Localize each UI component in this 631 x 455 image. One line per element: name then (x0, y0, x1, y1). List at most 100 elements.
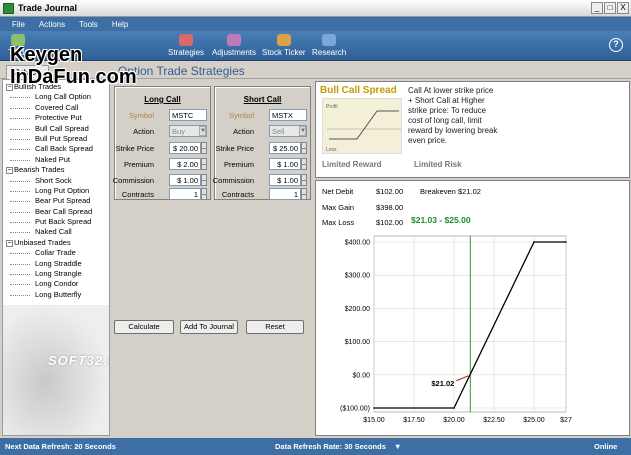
payoff-point (533, 241, 535, 243)
tree-category[interactable]: − Bearish Trades (5, 165, 109, 175)
long-call-title: Long Call (144, 95, 181, 104)
profit-range-value: $21.03 - $25.00 (411, 215, 471, 225)
spinner-icon[interactable] (201, 158, 207, 170)
toolbar-adjustments-button[interactable]: Adjustments (212, 34, 256, 57)
tree-item-label: Protective Put (35, 113, 82, 123)
short-call-premium-input[interactable]: $ 1.00 (269, 158, 301, 170)
short-call-strike-input[interactable]: $ 25.00 (269, 142, 301, 154)
y-tick-label: $100.00 (345, 339, 370, 346)
spinner-icon[interactable] (301, 188, 307, 200)
toolbar-strategies-button[interactable]: Strategies (168, 34, 204, 57)
long-call-commission-input[interactable]: $ 1.00 (169, 174, 201, 186)
strategy-tree: − Bullish Trades Long Call Option Covered C… (2, 79, 110, 436)
long-call-contracts-input[interactable]: 1 (169, 188, 201, 200)
reset-button[interactable]: Reset (246, 320, 304, 334)
long-call-premium-input[interactable]: $ 2.00 (169, 158, 201, 170)
spinner-icon[interactable] (301, 158, 307, 170)
tree-item[interactable]: Long Straddle (5, 258, 109, 269)
tree-item[interactable]: Bear Call Spread (5, 207, 109, 217)
tree-item[interactable]: Call Back Spread (5, 144, 109, 154)
long-call-symbol-input[interactable]: MSTC (169, 109, 207, 121)
tree-item-label: Collar Trade (35, 248, 76, 258)
tree-category[interactable]: − Unbiased Trades (5, 238, 109, 248)
short-call-symbol-row: Symbol MSTX (215, 109, 310, 122)
long-call-symbol-row: Symbol MSTC (115, 109, 210, 122)
chevron-down-icon[interactable]: ▼ (299, 126, 306, 136)
max-gain-value: $398.00 (376, 203, 404, 212)
add-to-journal-button[interactable]: Add To Journal (180, 320, 238, 334)
short-call-contracts-input[interactable]: 1 (269, 188, 301, 200)
short-call-commission-input[interactable]: $ 1.00 (269, 174, 301, 186)
long-call-strike-input[interactable]: $ 20.00 (169, 142, 201, 154)
tab-date[interactable]: July 30 (6, 65, 50, 79)
maximize-button[interactable]: □ (604, 2, 616, 14)
tree-item[interactable]: Put Back Spread (5, 217, 109, 227)
window-controls: _ □ X (591, 2, 629, 14)
spinner-icon[interactable] (301, 174, 307, 186)
action-label: Action (233, 127, 254, 136)
tree-item[interactable]: Collar Trade (5, 248, 109, 258)
collapse-icon[interactable]: − (6, 84, 13, 91)
mini-loss-label: Loss (326, 147, 337, 153)
tree-item[interactable]: Long Put Option (5, 186, 109, 196)
toolbar-trade-button[interactable]: Trade (8, 34, 29, 57)
menu-file[interactable]: File (12, 20, 25, 29)
help-icon[interactable]: ? (609, 38, 623, 52)
menu-help[interactable]: Help (112, 20, 128, 29)
y-tick-label: $300.00 (345, 273, 370, 280)
tree-item[interactable]: Protective Put (5, 113, 109, 123)
tree-item-label: Long Straddle (35, 258, 82, 268)
tree-item[interactable]: Bull Put Spread (5, 133, 109, 144)
tree-item[interactable]: Long Call Option (5, 92, 109, 102)
tree-item[interactable]: Bear Put Spread (5, 196, 109, 206)
collapse-icon[interactable]: − (6, 167, 13, 175)
mini-profit-label: Profit (326, 104, 338, 110)
close-button[interactable]: X (617, 2, 629, 14)
spinner-icon[interactable] (301, 142, 307, 154)
refresh-rate-status[interactable]: Data Refresh Rate: 30 Seconds (275, 442, 386, 451)
spinner-icon[interactable] (201, 174, 207, 186)
tree-item[interactable]: Short Sock (5, 176, 109, 186)
contracts-label: Contracts (121, 190, 154, 199)
chevron-down-icon[interactable]: ▼ (199, 126, 206, 136)
max-loss-value: $102.00 (376, 218, 404, 227)
spinner-icon[interactable] (201, 188, 207, 200)
menu-actions[interactable]: Actions (39, 20, 65, 29)
tree-item[interactable]: Bull Call Spread (5, 124, 109, 134)
tree-category[interactable]: − Bullish Trades (5, 82, 109, 92)
tree-item[interactable]: Long Strangle (5, 269, 109, 279)
toolbar-stock-ticker-button[interactable]: Stock Ticker (262, 34, 306, 57)
tree-item[interactable]: Covered Call (5, 103, 109, 113)
menu-tools[interactable]: Tools (79, 20, 98, 29)
adjustments-icon (227, 34, 242, 46)
tree-item-label: Naked Call (35, 227, 72, 237)
tree-item-label: Bull Put Spread (35, 133, 88, 143)
toolbar-research-button[interactable]: Research (312, 34, 346, 57)
tree-item-label: Long Condor (35, 279, 79, 289)
toolbar: Trade Strategies Adjustments Stock Ticke… (0, 31, 631, 61)
short-call-premium-row: Premium $ 1.00 (215, 158, 310, 171)
short-call-title: Short Call (243, 95, 282, 104)
premium-label: Premium (123, 160, 154, 169)
mini-payoff-line (329, 110, 399, 140)
payoff-chart: $15.00 $17.50 $20.00 $22.50 $25.00 $27 $400.00… (340, 235, 572, 424)
title-bar: Trade Journal _ □ X (0, 0, 631, 17)
spinner-icon[interactable] (201, 142, 207, 154)
page-title: Option Trade Strategies (118, 64, 245, 78)
strike-label: Strike Price (215, 144, 254, 153)
payoff-point (373, 407, 375, 409)
long-call-strike-row: Strike Price $ 20.00 (115, 142, 210, 155)
tree-item[interactable]: Long Butterfly (5, 290, 109, 300)
y-tick-label: $200.00 (345, 306, 370, 313)
refresh-rate-dropdown-icon[interactable]: ▼ (394, 442, 401, 451)
tree-item-label: Long Call Option (35, 92, 91, 102)
tree-item[interactable]: Long Condor (5, 279, 109, 289)
tree-item[interactable]: Naked Call (5, 227, 109, 237)
calculate-button[interactable]: Calculate (114, 320, 174, 334)
stock-ticker-icon (276, 34, 291, 46)
minimize-button[interactable]: _ (591, 2, 603, 14)
x-tick-label: $27 (560, 417, 572, 424)
collapse-icon[interactable]: − (6, 239, 13, 247)
short-call-symbol-input[interactable]: MSTX (269, 109, 307, 121)
tree-item[interactable]: Naked Put (5, 155, 109, 165)
